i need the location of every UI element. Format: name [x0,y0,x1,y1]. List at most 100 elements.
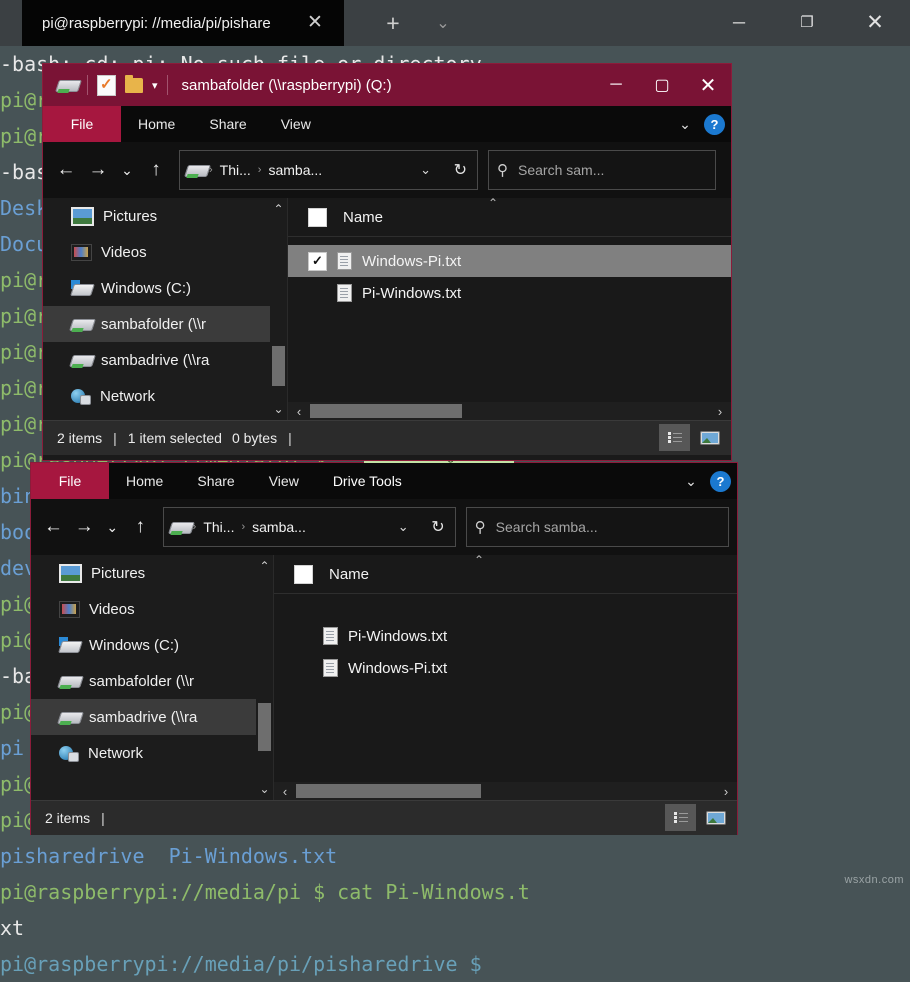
new-tab-icon[interactable]: + [380,10,406,36]
refresh-icon[interactable]: ↻ [454,160,467,180]
scrollbar-thumb[interactable] [310,404,462,418]
sidebar-item-videos[interactable]: Videos [31,591,273,627]
drive-icon [170,520,191,535]
select-all-checkbox[interactable] [294,565,313,584]
tab-share[interactable]: Share [180,463,251,499]
up-icon[interactable]: ↑ [126,510,155,544]
scrollbar-thumb[interactable] [296,784,481,798]
address-bar[interactable]: › Thi... › samba... ⌄ ↻ [179,150,478,190]
file-list-window1[interactable]: Name ⌃ ✓Windows-Pi.txtPi-Windows.txt ‹ › [288,198,731,420]
tab-home[interactable]: Home [109,463,180,499]
title-bar-window1[interactable]: ▾ sambafolder (\\raspberrypi) (Q:) ─ ▢ ✕ [43,64,731,106]
details-view-icon[interactable] [665,804,696,831]
chevron-down-icon[interactable]: ⌄ [420,162,431,178]
navigation-pane-window2[interactable]: Pictures Videos Windows (C:)sambafolder (\… [31,555,274,800]
close-icon[interactable]: ✕ [304,12,326,34]
refresh-icon[interactable]: ↻ [431,517,444,537]
scroll-right-icon[interactable]: › [709,404,731,419]
file-row[interactable]: ✓Windows-Pi.txt [288,245,731,277]
scroll-left-icon[interactable]: ‹ [288,404,310,419]
search-box[interactable]: ⚲ Search samba... [466,507,729,547]
sidebar-item-label: Videos [89,601,135,618]
sidebar-item-sambafolder-r[interactable]: sambafolder (\\r [43,306,287,342]
scroll-left-icon[interactable]: ‹ [274,784,296,799]
file-row[interactable]: Pi-Windows.txt [288,277,731,309]
scroll-down-icon[interactable]: ⌄ [272,402,285,416]
chevron-down-icon[interactable]: ⌄ [680,473,702,490]
help-icon[interactable]: ? [704,114,725,135]
navigation-pane-window1[interactable]: PicturesVideosWindows (C:)sambafolder (\… [43,198,288,420]
horizontal-scrollbar[interactable]: ‹ › [288,402,731,420]
address-bar[interactable]: › Thi... › samba... ⌄ ↻ [163,507,456,547]
sidebar-item-sambafolder-r[interactable]: sambafolder (\\r [31,663,273,699]
minimize-icon[interactable]: ─ [716,0,762,46]
sidebar-item-videos[interactable]: Videos [43,234,287,270]
breadcrumb-this-pc[interactable]: Thi... [198,519,239,535]
chevron-down-icon[interactable]: ⌄ [674,116,696,133]
properties-icon[interactable] [97,75,116,96]
row-checkbox[interactable]: ✓ [308,252,327,271]
pictures-icon [59,564,82,583]
chevron-down-icon[interactable]: ⌄ [430,12,456,36]
scroll-down-icon[interactable]: ⌄ [258,782,271,796]
large-icons-view-icon[interactable] [694,424,725,451]
file-row[interactable]: Pi-Windows.txt [274,620,737,652]
sidebar-item-network[interactable]: Network [31,735,273,771]
tab-share[interactable]: Share [192,106,263,142]
breadcrumb-this-pc[interactable]: Thi... [215,162,256,178]
tab-file[interactable]: File [31,463,109,499]
sidebar-item-pictures[interactable]: Pictures [43,198,287,234]
close-icon[interactable]: ✕ [685,64,731,106]
quick-access-toolbar[interactable]: ▾ [43,75,168,96]
tab-file[interactable]: File [43,106,121,142]
help-icon[interactable]: ? [710,471,731,492]
tab-drive-tools[interactable]: Drive Tools [316,463,419,499]
sidebar-item-windows-c[interactable]: Windows (C:) [31,627,273,663]
tab-view[interactable]: View [252,463,316,499]
navigation-pane-scrollbar[interactable]: ⌃⌄ [270,198,287,420]
file-row[interactable]: Windows-Pi.txt [274,652,737,684]
tab-home[interactable]: Home [121,106,192,142]
recent-locations-icon[interactable]: ⌄ [101,510,124,544]
chevron-down-icon[interactable]: ⌄ [398,519,409,535]
sidebar-item-sambadrive-ra[interactable]: sambadrive (\\ra [43,342,287,378]
explorer-window-sambadrive[interactable]: Manage File Home Share View Drive Tools … [30,462,738,835]
sidebar-item-network[interactable]: Network [43,378,287,414]
horizontal-scrollbar[interactable]: ‹ › [274,782,737,800]
breadcrumb-sambafolder[interactable]: samba... [263,162,327,178]
large-icons-view-icon[interactable] [700,804,731,831]
content-area-window1: PicturesVideosWindows (C:)sambafolder (\… [43,198,731,420]
scroll-right-icon[interactable]: › [715,784,737,799]
scroll-up-icon[interactable]: ⌃ [272,202,285,216]
close-icon[interactable]: ✕ [852,0,898,46]
navigation-pane-scrollbar[interactable]: ⌃⌄ [256,555,273,800]
terminal-tab[interactable]: pi@raspberrypi: //media/pi/pishare ✕ [22,0,344,46]
chevron-down-icon[interactable]: ▾ [152,79,158,92]
tab-view[interactable]: View [264,106,328,142]
recent-locations-icon[interactable]: ⌄ [115,153,139,187]
file-list-window2[interactable]: Name ⌃ Pi-Windows.txtWindows-Pi.txt ‹ › [274,555,737,800]
breadcrumb-sambadrive[interactable]: samba... [247,519,311,535]
column-header-name[interactable]: Name [343,209,383,226]
back-icon[interactable]: ← [51,153,81,187]
sidebar-item-sambadrive-ra[interactable]: sambadrive (\\ra [31,699,273,735]
column-header-name[interactable]: Name [329,566,369,583]
sidebar-item-windows-c[interactable]: Windows (C:) [43,270,287,306]
forward-icon[interactable]: → [70,510,99,544]
maximize-icon[interactable]: ▢ [639,64,685,106]
new-folder-icon[interactable] [125,78,143,93]
scrollbar-thumb[interactable] [258,703,271,751]
maximize-icon[interactable]: ❐ [784,0,830,46]
text-file-icon [337,252,352,270]
search-box[interactable]: ⚲ Search sam... [488,150,716,190]
scroll-up-icon[interactable]: ⌃ [258,559,271,573]
details-view-icon[interactable] [659,424,690,451]
sidebar-item-pictures[interactable]: Pictures [31,555,273,591]
explorer-window-sambafolder[interactable]: ▾ sambafolder (\\raspberrypi) (Q:) ─ ▢ ✕… [42,63,732,461]
select-all-checkbox[interactable] [308,208,327,227]
scrollbar-thumb[interactable] [272,346,285,386]
forward-icon[interactable]: → [83,153,113,187]
minimize-icon[interactable]: ─ [593,64,639,106]
back-icon[interactable]: ← [39,510,68,544]
up-icon[interactable]: ↑ [141,153,171,187]
